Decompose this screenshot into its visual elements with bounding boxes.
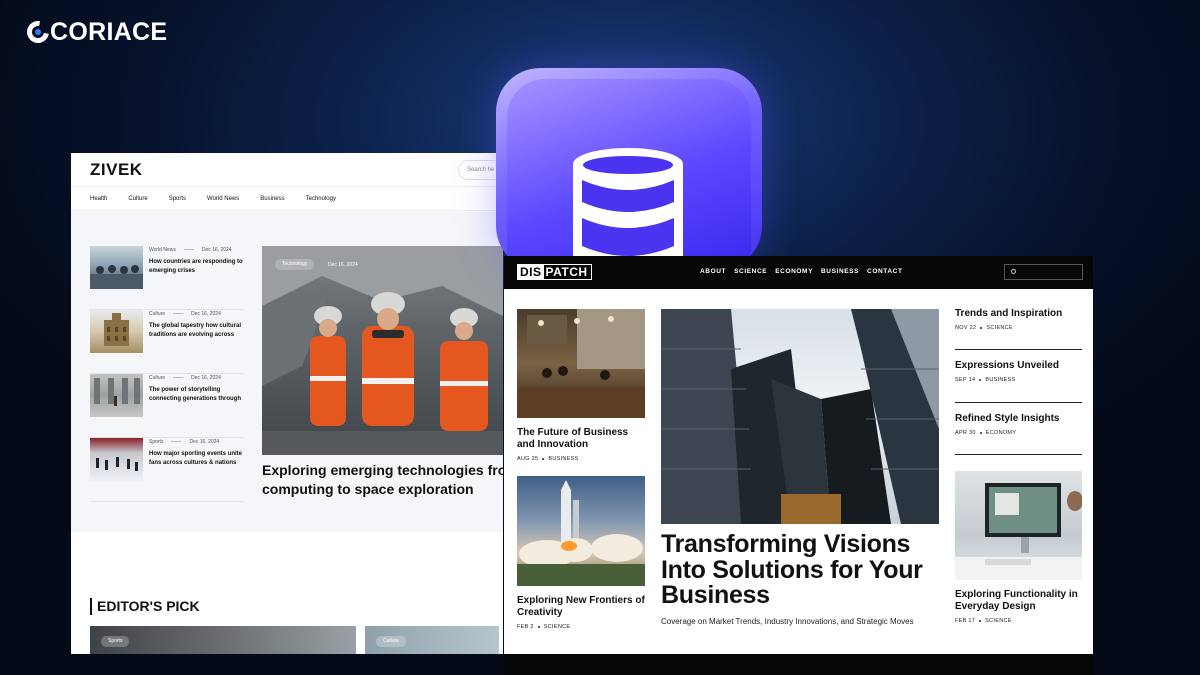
dispatch-header: DIS PATCH ABOUT SCIENCE ECONOMY BUSINESS… (504, 256, 1093, 289)
divider (955, 349, 1082, 350)
search-icon (1011, 269, 1016, 274)
editors-pick-card[interactable]: Sports (90, 626, 356, 654)
list-item[interactable]: Sports Dec 16, 2024 How major sporting ev… (90, 438, 243, 502)
article-image[interactable] (955, 471, 1082, 580)
dispatch-subline: Coverage on Market Trends, Industry Inno… (661, 617, 914, 626)
divider (955, 402, 1082, 403)
article-image[interactable] (517, 476, 645, 586)
news-thumbnail (90, 438, 143, 481)
brand-mark-icon (22, 16, 54, 48)
list-item[interactable]: Culture Dec 16, 2024 The power of storyte… (90, 374, 243, 438)
article-meta: NOV 22 SCIENCE (955, 325, 1013, 331)
zivek-nav-culture[interactable]: Culture (128, 196, 147, 202)
article-image[interactable] (517, 309, 645, 418)
dispatch-nav: ABOUT SCIENCE ECONOMY BUSINESS CONTACT (700, 268, 911, 275)
hero-category-badge[interactable]: Technology (275, 259, 315, 270)
dispatch-nav-science[interactable]: SCIENCE (734, 268, 767, 275)
article-meta: AUG 25 BUSINESS (517, 456, 579, 462)
zivek-nav-sports[interactable]: Sports (169, 196, 186, 202)
zivek-hero-image[interactable]: Technology Dec 16, 2024 (262, 246, 503, 455)
database-app-icon (496, 68, 762, 300)
zivek-site-preview: ZIVEK Search he Health Culture Sports Wo… (71, 153, 503, 654)
brand-logo: CORIACE (22, 16, 168, 48)
article-title[interactable]: Exploring New Frontiers of Creativity (517, 595, 645, 619)
dispatch-headline[interactable]: Transforming Visions Into Solutions for … (661, 531, 951, 609)
list-item-meta: Culture Dec 16, 2024 (149, 375, 221, 381)
news-thumbnail (90, 246, 143, 289)
dispatch-nav-business[interactable]: BUSINESS (821, 268, 859, 275)
dispatch-search-input[interactable] (1004, 264, 1083, 280)
zivek-nav-technology[interactable]: Technology (306, 196, 336, 202)
list-item-meta: World News Dec 16, 2024 (149, 247, 232, 253)
list-item-title[interactable]: How countries are responding to emerging… (149, 258, 249, 275)
list-item-title[interactable]: The global tapestry how cultural traditi… (149, 322, 249, 339)
dispatch-nav-about[interactable]: ABOUT (700, 268, 726, 275)
zivek-hero-title[interactable]: Exploring emerging technologies from com… (262, 461, 503, 499)
list-item-meta: Culture Dec 16, 2024 (149, 311, 221, 317)
dispatch-nav-contact[interactable]: CONTACT (867, 268, 903, 275)
zivek-nav: Health Culture Sports World News Busines… (71, 187, 503, 211)
zivek-logo[interactable]: ZIVEK (90, 160, 143, 180)
news-thumbnail (90, 374, 143, 417)
editors-pick-card[interactable]: Culture (365, 626, 499, 654)
dispatch-footer-bar (504, 654, 1093, 675)
list-item-title[interactable]: The power of storytelling connecting gen… (149, 386, 249, 403)
zivek-nav-health[interactable]: Health (90, 196, 107, 202)
headline-image[interactable] (661, 309, 939, 524)
sidebar-article-title[interactable]: Exploring Functionality in Everyday Desi… (955, 589, 1083, 613)
list-item-title[interactable]: How major sporting events unite fans acr… (149, 450, 249, 467)
sidebar-article-title[interactable]: Refined Style Insights (955, 413, 1059, 424)
dispatch-site-preview: DIS PATCH ABOUT SCIENCE ECONOMY BUSINESS… (504, 256, 1093, 675)
database-icon (573, 148, 683, 270)
divider (955, 454, 1082, 455)
news-thumbnail (90, 310, 143, 353)
zivek-header: ZIVEK (71, 153, 503, 187)
brand-name: CORIACE (50, 17, 168, 46)
zivek-nav-world-news[interactable]: World News (207, 196, 239, 202)
article-meta: FEB 2 SCIENCE (517, 624, 571, 630)
article-title[interactable]: The Future of Business and Innovation (517, 427, 645, 451)
article-meta: APR 30 ECONOMY (955, 430, 1017, 436)
card-category-badge[interactable]: Sports (101, 636, 130, 647)
editors-pick-heading: EDITOR'S PICK (90, 598, 200, 615)
card-category-badge[interactable]: Culture (376, 636, 407, 647)
hero-date: Dec 16, 2024 (328, 262, 358, 268)
article-meta: FEB 17 SCIENCE (955, 618, 1012, 624)
dispatch-logo[interactable]: DIS PATCH (517, 264, 592, 280)
sidebar-article-title[interactable]: Expressions Unveiled (955, 360, 1059, 371)
list-item[interactable]: Culture Dec 16, 2024 The global tapestry … (90, 310, 243, 374)
list-item[interactable]: World News Dec 16, 2024 How countries are… (90, 246, 243, 310)
zivek-nav-business[interactable]: Business (260, 196, 284, 202)
sidebar-article-title[interactable]: Trends and Inspiration (955, 308, 1062, 319)
dispatch-nav-economy[interactable]: ECONOMY (775, 268, 813, 275)
list-item-meta: Sports Dec 16, 2024 (149, 439, 220, 445)
article-meta: SEP 14 BUSINESS (955, 377, 1016, 383)
